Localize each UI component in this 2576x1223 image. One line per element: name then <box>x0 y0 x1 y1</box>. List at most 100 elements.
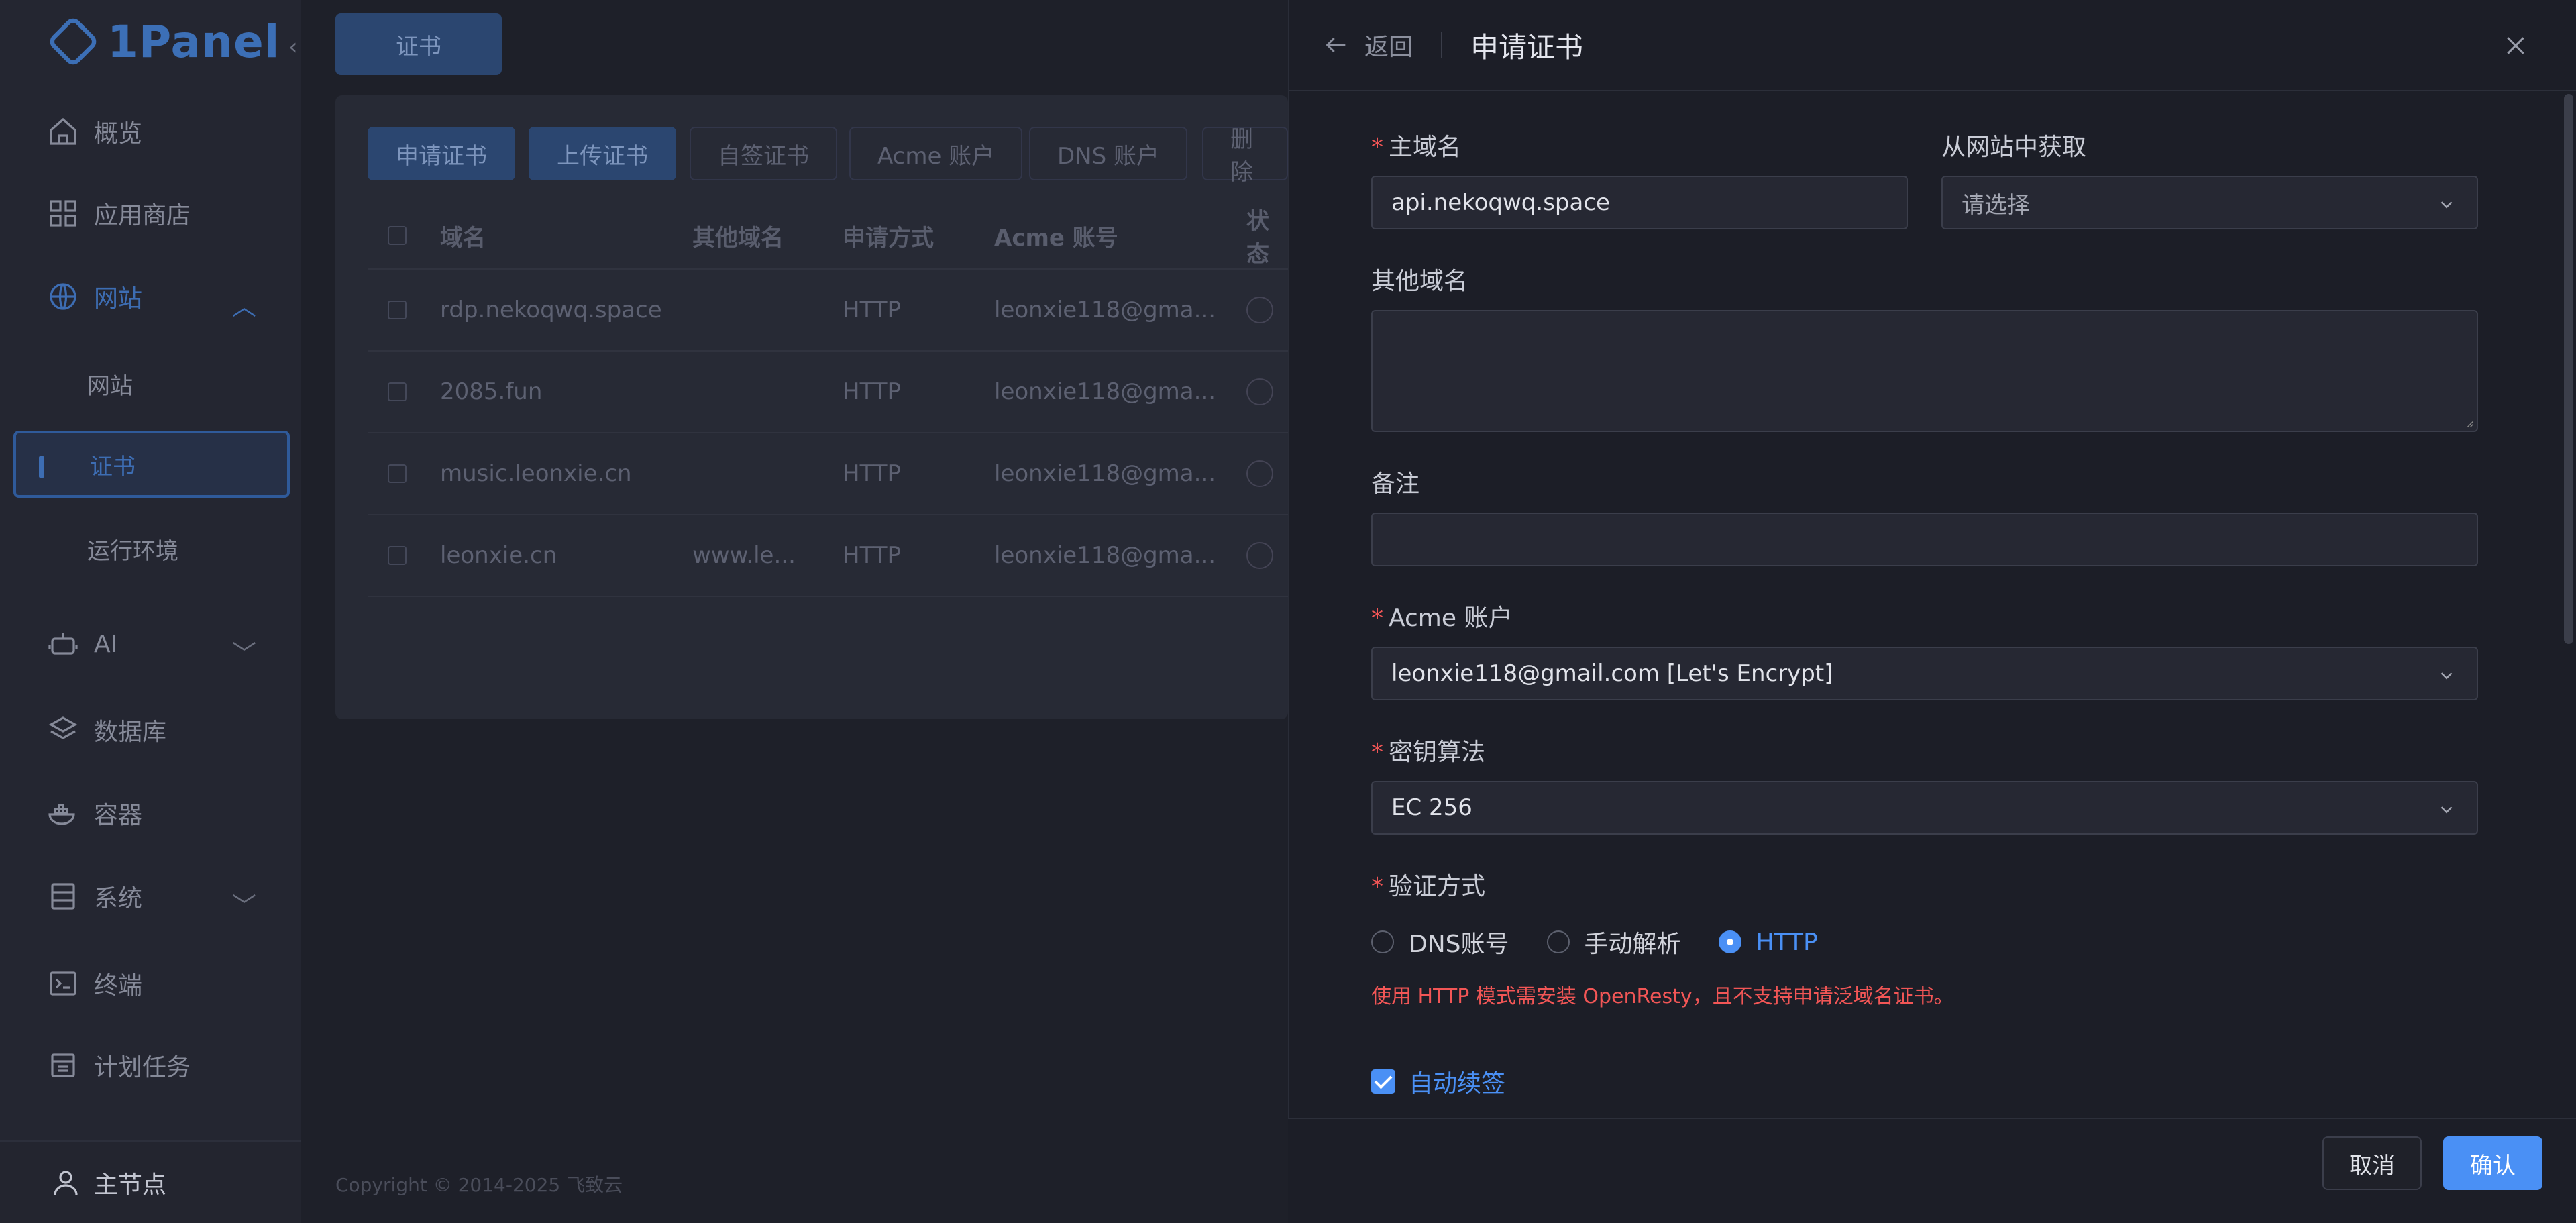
radio-dns-account[interactable]: DNS账号 <box>1371 924 1509 959</box>
table-row[interactable]: music.leonxie.cn HTTP leonxie118@gma... <box>368 433 1288 515</box>
sidebar-item-website[interactable]: 网站 ︿ <box>13 258 290 335</box>
cell-domain: rdp.nekoqwq.space <box>440 297 662 323</box>
sidebar-subitem-runtime[interactable]: 运行环境 <box>13 515 290 582</box>
radio-http[interactable]: HTTP <box>1718 928 1818 956</box>
other-domains-textarea[interactable] <box>1371 310 2478 432</box>
node-switcher[interactable]: 主节点 <box>0 1140 301 1223</box>
cancel-button[interactable]: 取消 <box>2322 1136 2422 1190</box>
status-icon <box>1246 378 1273 405</box>
row-checkbox[interactable] <box>388 382 407 401</box>
sidebar-subitem-website[interactable]: 网站 <box>13 350 290 417</box>
sidebar-item-label: 系统 <box>94 885 143 912</box>
arrow-left-icon[interactable] <box>1323 32 1350 58</box>
table-row[interactable]: leonxie.cn www.le... HTTP leonxie118@gma… <box>368 515 1288 597</box>
from-website-select[interactable]: 请选择 <box>1941 176 2478 229</box>
sidebar-item-app-store[interactable]: 应用商店 <box>13 174 290 252</box>
radio-circle[interactable] <box>1546 930 1570 953</box>
sidebar-subitem-label: 网站 <box>87 372 133 400</box>
auto-renew-checkbox[interactable] <box>1371 1069 1395 1094</box>
delete-button[interactable]: 删除 <box>1202 126 1288 186</box>
primary-domain-label: * 主域名 <box>1371 127 1461 162</box>
label-text: 其他域名 <box>1371 268 1468 295</box>
grid-icon <box>50 200 76 227</box>
drawer-header: 返回 申请证书 <box>1289 0 2576 91</box>
sidebar-item-system[interactable]: 系统 ﹀ <box>13 857 290 935</box>
radio-circle[interactable] <box>1371 930 1394 953</box>
cell-acme: leonxie118@gma... <box>994 378 1216 405</box>
sidebar-item-label: 数据库 <box>94 719 167 746</box>
user-icon <box>54 1170 78 1195</box>
sidebar-item-ai[interactable]: AI ﹀ <box>13 605 290 683</box>
cell-method: HTTP <box>843 378 902 405</box>
acme-account-button[interactable]: Acme 账户 <box>849 127 1023 180</box>
column-header: 状态 <box>1246 208 1269 268</box>
chevron-down-icon <box>2440 672 2453 680</box>
select-value: leonxie118@gmail.com [Let's Encrypt] <box>1391 660 1833 687</box>
column-header: 域名 <box>440 224 486 252</box>
sidebar-item-label: 概览 <box>94 120 143 148</box>
remark-input[interactable] <box>1371 513 2478 566</box>
docker-icon <box>48 804 75 825</box>
cell-domain: 2085.fun <box>440 378 543 405</box>
sidebar-subitem-certificate[interactable]: 证书 <box>13 431 290 498</box>
from-website-label: 从网站中获取 <box>1941 127 2086 162</box>
auto-renew-checkbox-row[interactable]: 自动续签 <box>1371 1064 1505 1099</box>
select-all-checkbox[interactable] <box>388 226 407 245</box>
logo[interactable]: 1Panel <box>46 15 280 68</box>
sidebar-item-overview[interactable]: 概览 <box>13 93 290 170</box>
resize-grip-icon[interactable] <box>2465 419 2474 428</box>
sidebar-item-database[interactable]: 数据库 <box>13 691 290 769</box>
collapse-sidebar-icon[interactable]: ‹ <box>288 34 298 60</box>
sidebar-item-label: AI <box>94 630 118 658</box>
confirm-button[interactable]: 确认 <box>2443 1136 2542 1190</box>
server-icon <box>51 883 75 910</box>
select-value: EC 256 <box>1391 794 1472 821</box>
sidebar: 1Panel ‹ 概览 应用商店 网站 ︿ 网站 证书 运行环境 AI ﹀ 数据… <box>0 0 301 1223</box>
radio-manual-resolve[interactable]: 手动解析 <box>1546 924 1681 959</box>
cell-domain: music.leonxie.cn <box>440 460 632 487</box>
copyright: Copyright © 2014-2025 飞致云 <box>335 1174 623 1196</box>
cell-acme: leonxie118@gma... <box>994 542 1216 569</box>
chevron-down-icon: ﹀ <box>231 641 256 668</box>
tab-certificate[interactable]: 证书 <box>335 13 502 75</box>
radio-circle[interactable] <box>1718 930 1741 953</box>
key-algorithm-select[interactable]: EC 256 <box>1371 781 2478 835</box>
required-mark: * <box>1371 604 1383 632</box>
certificate-table: 域名 其他域名 申请方式 Acme 账号 状态 rdp.nekoqwq.spac… <box>368 203 1288 597</box>
primary-domain-input[interactable]: api.nekoqwq.space <box>1371 176 1908 229</box>
required-mark: * <box>1371 873 1383 900</box>
table-row[interactable]: rdp.nekoqwq.space HTTP leonxie118@gma... <box>368 270 1288 352</box>
self-signed-button[interactable]: 自签证书 <box>690 127 837 180</box>
sidebar-item-terminal[interactable]: 终端 <box>13 945 290 1022</box>
auto-renew-label: 自动续签 <box>1409 1070 1506 1098</box>
close-icon[interactable] <box>2502 32 2529 59</box>
row-checkbox[interactable] <box>388 464 407 483</box>
row-checkbox[interactable] <box>388 546 407 565</box>
label-text: Acme 账户 <box>1389 604 1513 632</box>
verify-method-radio-group: DNS账号 手动解析 HTTP <box>1371 924 1856 959</box>
status-icon <box>1246 460 1273 487</box>
button-label: 申请证书 <box>396 142 487 170</box>
table-row[interactable]: 2085.fun HTTP leonxie118@gma... <box>368 352 1288 433</box>
sidebar-item-container[interactable]: 容器 <box>13 774 290 852</box>
dns-account-button[interactable]: DNS 账户 <box>1029 127 1188 180</box>
required-mark: * <box>1371 134 1383 161</box>
label-text: 主域名 <box>1389 134 1462 161</box>
upload-certificate-button[interactable]: 上传证书 <box>529 127 676 180</box>
table-header: 域名 其他域名 申请方式 Acme 账号 状态 <box>368 203 1288 270</box>
back-button[interactable]: 返回 <box>1364 28 1413 62</box>
row-checkbox[interactable] <box>388 301 407 319</box>
drawer-title: 申请证书 <box>1470 30 1584 64</box>
sidebar-item-cron[interactable]: 计划任务 <box>13 1026 290 1104</box>
drawer-scrollbar-thumb[interactable] <box>2564 94 2573 644</box>
sidebar-item-label: 计划任务 <box>94 1054 191 1081</box>
acme-account-select[interactable]: leonxie118@gmail.com [Let's Encrypt] <box>1371 647 2478 700</box>
sidebar-item-label: 网站 <box>94 285 143 313</box>
logo-icon <box>46 15 100 68</box>
node-label: 主节点 <box>94 1171 167 1199</box>
button-label: Acme 账户 <box>877 142 995 170</box>
cell-domain: leonxie.cn <box>440 542 557 569</box>
label-text: 验证方式 <box>1389 873 1486 900</box>
header-divider <box>1441 32 1443 58</box>
apply-certificate-button[interactable]: 申请证书 <box>368 127 515 180</box>
